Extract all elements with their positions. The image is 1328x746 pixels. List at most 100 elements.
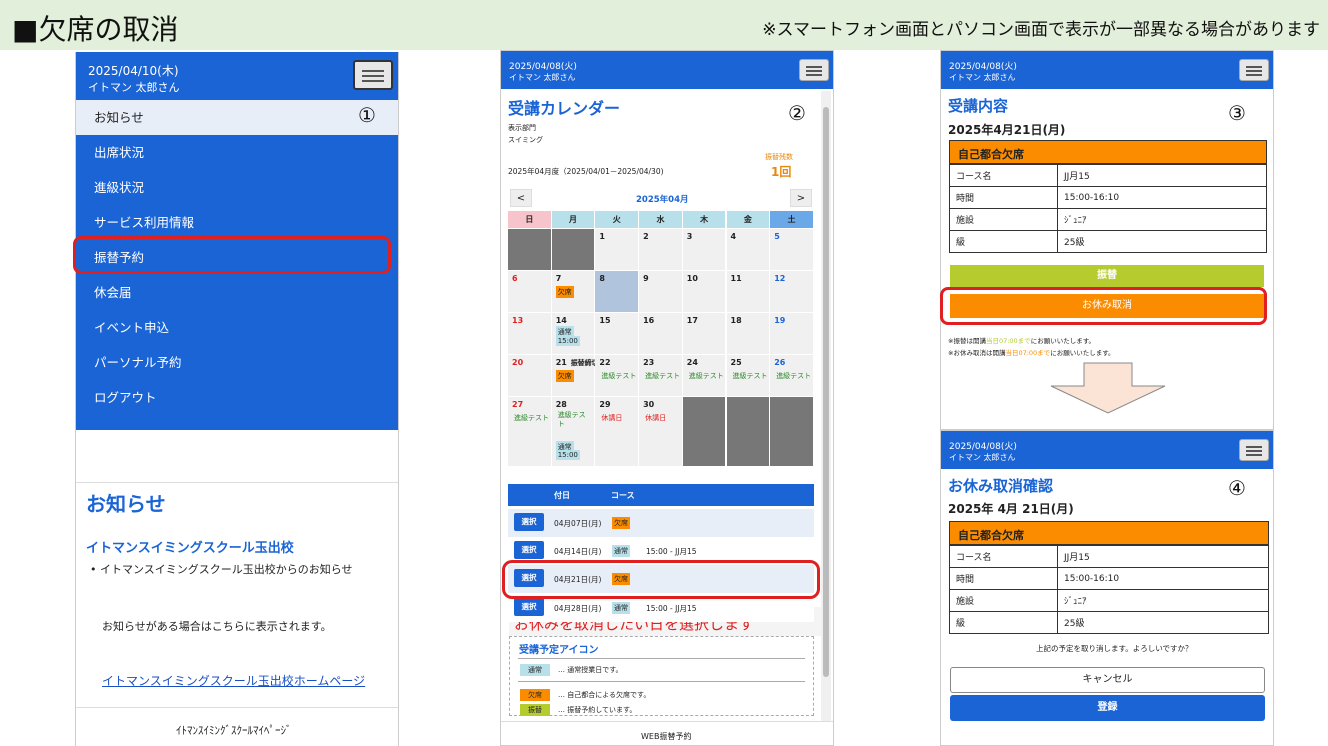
detail-value: ｼﾞｭﾆｱ <box>1057 589 1269 612</box>
select-button[interactable]: 選択 <box>514 598 544 616</box>
calendar-day[interactable]: 27 進級テスト <box>508 397 551 466</box>
calendar-day[interactable]: 14 通常 15:00 <box>551 313 595 354</box>
last-login-label: 前回ログイン日時 <box>88 435 189 450</box>
calendar-day[interactable]: 8 <box>595 271 639 312</box>
menu-item[interactable]: 進級状況 <box>76 170 398 205</box>
hamburger-menu-icon[interactable] <box>353 60 393 90</box>
absence-header: 自己都合欠席 <box>949 140 1267 164</box>
scroll-thumb[interactable] <box>823 107 829 677</box>
day-number: 27 <box>512 400 524 409</box>
day-number: 12 <box>774 274 786 283</box>
scrollbar[interactable] <box>821 91 831 721</box>
period-text: 2025年04月度（2025/04/01－2025/04/30) <box>508 167 664 176</box>
row-date: 04月28日(月) <box>554 604 602 613</box>
calendar-day[interactable]: 1 <box>595 229 639 270</box>
day-number: 30 <box>643 400 655 409</box>
calendar-day[interactable]: 20 <box>508 355 551 396</box>
day-number: 11 <box>730 274 742 283</box>
calendar-day[interactable]: 17 <box>682 313 726 354</box>
register-button[interactable]: 登録 <box>950 695 1265 721</box>
furikae-label: 振替残数 <box>765 153 793 161</box>
hamburger-menu-icon[interactable] <box>799 59 829 81</box>
select-button[interactable]: 選択 <box>514 513 544 531</box>
calendar-day[interactable]: 29 休講日 <box>595 397 639 466</box>
calendar-day[interactable]: 11 <box>726 271 770 312</box>
menu-item[interactable]: パーソナル予約 <box>76 345 398 380</box>
day-number: 21 <box>555 358 567 367</box>
calendar-day[interactable]: 24 進級テスト <box>682 355 726 396</box>
row-date: 04月07日(月) <box>554 519 602 528</box>
day-tag: 進級テスト <box>514 414 549 422</box>
list-header: 付日 コース <box>508 484 814 506</box>
note2-tail: にお願いいたします。 <box>1050 349 1115 357</box>
calendar-day[interactable]: 25 進級テスト <box>726 355 770 396</box>
menu-item[interactable]: 休会届 <box>76 275 398 310</box>
calendar-day[interactable]: 2 <box>639 229 682 270</box>
step-number: ④ <box>1228 476 1246 500</box>
day-number: 29 <box>599 400 611 409</box>
list-col-course: コース <box>611 491 635 500</box>
table-row[interactable]: 選択 04月07日(月) 欠席 <box>508 509 814 537</box>
calendar-day[interactable]: 21 振替締切 欠席 <box>551 355 599 396</box>
day-number: 5 <box>774 232 780 241</box>
prev-month-button[interactable]: < <box>510 189 532 207</box>
calendar-day[interactable]: 28 進級テス ト通常 15:00 <box>551 397 595 466</box>
calendar-day[interactable]: 26 進級テスト <box>770 355 813 396</box>
calendar-day[interactable]: 19 <box>770 313 813 354</box>
detail-label: コース名 <box>949 164 1058 187</box>
footer-label: ｲﾄﾏﾝｽｲﾐﾝｸﾞｽｸｰﾙﾏｲﾍﾟｰｼﾞ <box>176 724 292 737</box>
calendar-day[interactable]: 12 <box>770 271 813 312</box>
furikae-button[interactable]: 振替 <box>950 265 1264 287</box>
menu-item[interactable]: 出席状況 <box>76 135 398 170</box>
calendar-day[interactable]: 30 休講日 <box>639 397 682 466</box>
note2-highlight: 当日07:00まで <box>1005 349 1051 357</box>
header-date: 2025/04/08(火) <box>949 442 1017 452</box>
lesson-date: 2025年4月21日(月) <box>948 123 1066 137</box>
menu-item[interactable]: ログアウト <box>76 380 398 415</box>
header-user: イトマン 太郎さん <box>949 453 1016 462</box>
hamburger-menu-icon[interactable] <box>1239 439 1269 461</box>
day-number: 6 <box>512 274 518 283</box>
calendar-day[interactable]: 15 <box>595 313 639 354</box>
detail-row: 級 25級 <box>949 230 1267 253</box>
detail-row: コース名 JJ月15 <box>949 164 1267 187</box>
calendar-day[interactable]: 6 <box>508 271 551 312</box>
detail-label: 級 <box>949 611 1058 634</box>
detail-value: 25級 <box>1057 611 1269 634</box>
day-number: 26 <box>774 358 786 367</box>
next-month-button[interactable]: > <box>790 189 812 207</box>
day-tag: 進級テスト <box>688 372 724 380</box>
school-name: イトマンスイミングスクール玉出校 <box>86 541 294 556</box>
cancel-button[interactable]: キャンセル <box>950 667 1265 693</box>
app-header: 2025/04/08(火) イトマン 太郎さん <box>941 431 1273 469</box>
detail-title: 受講内容 <box>948 97 1009 115</box>
calendar-day[interactable]: 16 <box>639 313 682 354</box>
menu-item[interactable]: イベント申込 <box>76 310 398 345</box>
calendar-day[interactable]: 18 <box>726 313 770 354</box>
note1-tail: にお願いいたします。 <box>1030 337 1096 345</box>
furikae-count: 1回 <box>771 165 792 179</box>
calendar-day[interactable]: 22 進級テスト <box>595 355 639 396</box>
month-label: 2025年04月 <box>636 195 689 205</box>
calendar-day[interactable]: 5 <box>770 229 813 270</box>
legend-desc: … 振替予約しています。 <box>558 706 637 714</box>
calendar-day[interactable]: 13 <box>508 313 551 354</box>
calendar-day[interactable]: 3 <box>682 229 726 270</box>
absence-header: 自己都合欠席 <box>949 521 1269 545</box>
day-number: 13 <box>512 316 524 325</box>
detail-row: 級 25級 <box>949 611 1269 634</box>
calendar-day[interactable]: 7 欠席 <box>551 271 595 312</box>
header-date: 2025/04/08(火) <box>509 62 577 72</box>
day-number: 20 <box>512 358 524 367</box>
menu-item[interactable]: お知らせ <box>76 100 398 135</box>
calendar-day[interactable]: 9 <box>639 271 682 312</box>
day-tag: 欠席 <box>555 286 574 298</box>
calendar-day[interactable]: 4 <box>726 229 770 270</box>
note2: ※お休み取消は開講 <box>948 349 1006 357</box>
calendar-day[interactable]: 10 <box>682 271 726 312</box>
select-button[interactable]: 選択 <box>514 541 544 559</box>
hamburger-menu-icon[interactable] <box>1239 59 1269 81</box>
menu-item[interactable]: サービス利用情報 <box>76 205 398 240</box>
homepage-link[interactable]: イトマンスイミングスクール玉出校ホームページ <box>102 672 365 689</box>
calendar-day[interactable]: 23 進級テスト <box>639 355 682 396</box>
